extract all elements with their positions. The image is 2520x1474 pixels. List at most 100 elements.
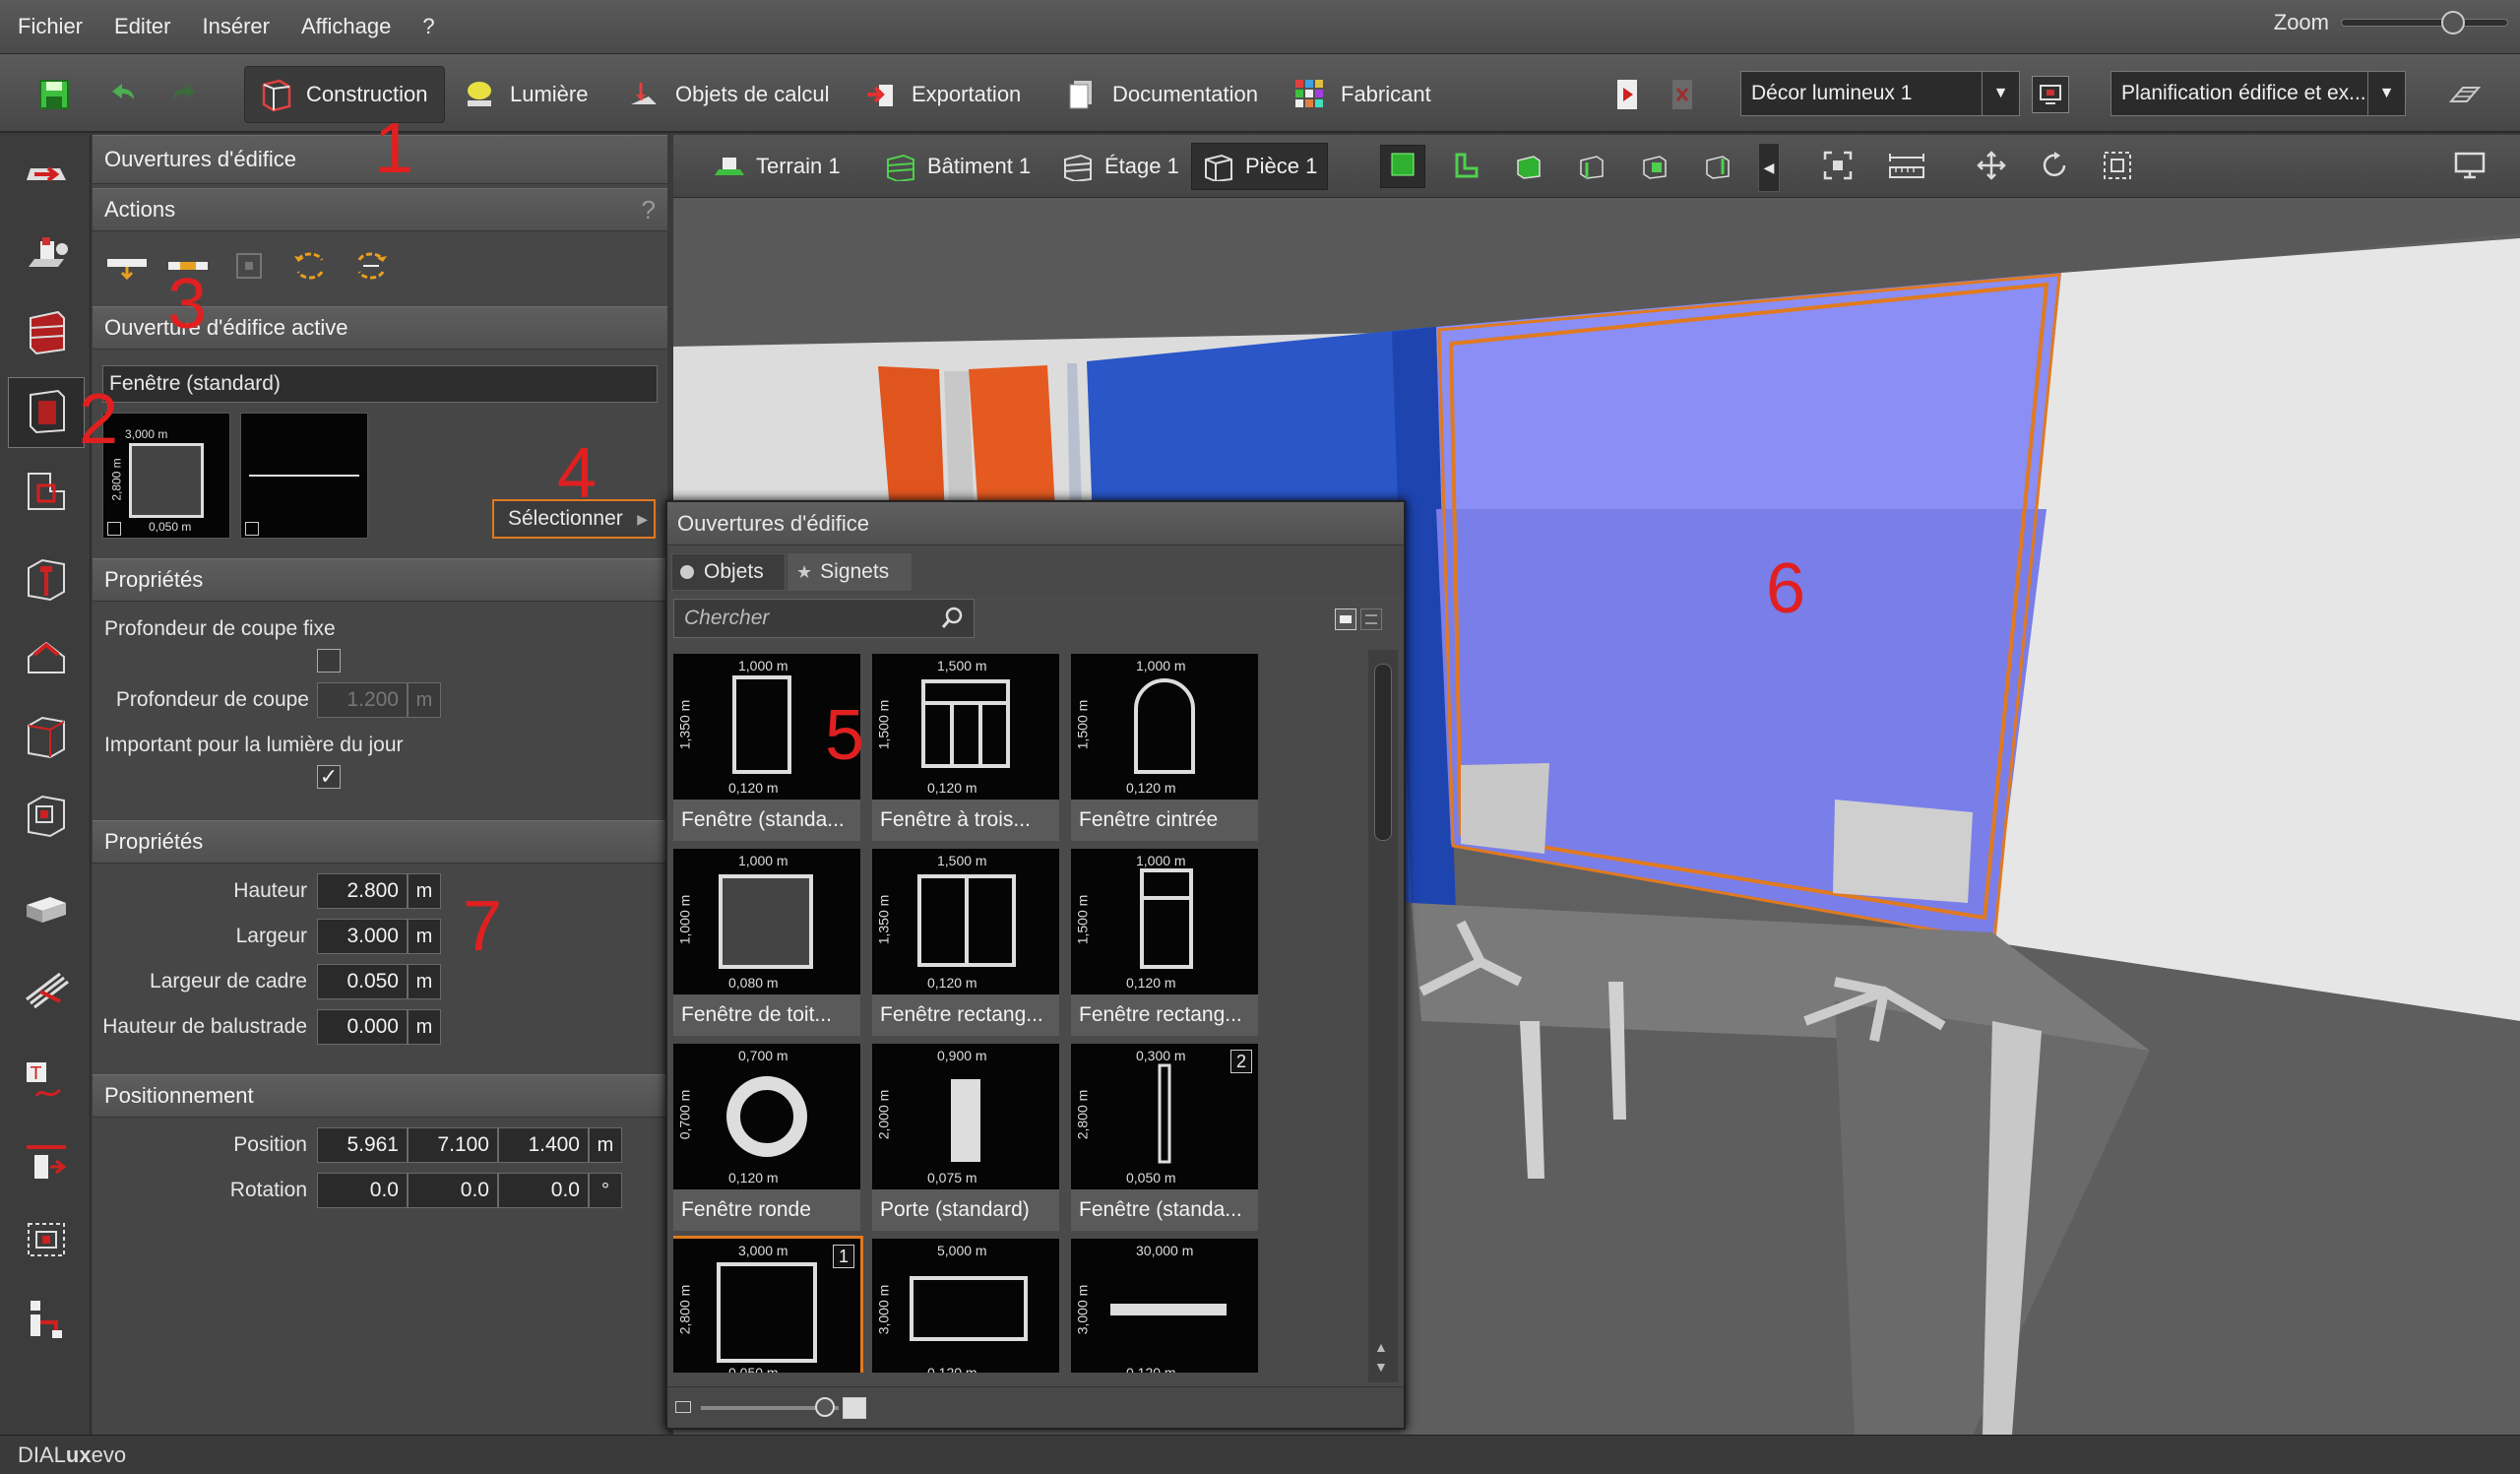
menu-inserer[interactable]: Insérer [203, 14, 270, 39]
tab-room[interactable]: Pièce 1 [1191, 143, 1329, 190]
catalog-item[interactable]: 1,000 m 1,000 m 0,080 m Fenêtre de toit... [673, 849, 860, 1036]
tool-stairs-button[interactable] [8, 954, 85, 1025]
measure-button[interactable] [1884, 149, 1929, 186]
tool-roof-button[interactable] [8, 623, 85, 694]
catalog-item[interactable]: 1,000 m 1,500 m 0,120 m Fenêtre cintrée [1071, 654, 1258, 841]
pan-button[interactable] [1973, 149, 2010, 186]
tool-slab-button[interactable] [8, 875, 85, 946]
thumbnail-size-knob[interactable] [815, 1397, 835, 1417]
view-other-side-button[interactable] [1699, 149, 1736, 186]
mode-calc-objects-button[interactable]: Objets de calcul [626, 66, 830, 123]
mode-construction-button[interactable]: Construction [244, 66, 445, 123]
view-floorplan-button[interactable] [1447, 149, 1484, 186]
catalog-item[interactable]: 3,000 m 2,800 m 0,050 m 1 [673, 1236, 863, 1373]
search-input[interactable]: Chercher [673, 599, 975, 638]
zoom-slider-knob[interactable] [2440, 11, 2465, 34]
tool-move-button[interactable] [8, 1285, 85, 1356]
tool-room-edit-button[interactable] [8, 545, 85, 615]
mode-lumiere-button[interactable]: Lumière [461, 66, 588, 123]
rotation-y-input[interactable]: 0.0 [408, 1173, 498, 1208]
tool-text-button[interactable]: T [8, 1049, 85, 1120]
position-z-input[interactable]: 1.400 [498, 1127, 589, 1163]
scroll-down-icon[interactable]: ▼ [1374, 1359, 1388, 1375]
scrollbar-thumb[interactable] [1374, 664, 1392, 841]
catalog-item[interactable]: 0,900 m 2,000 m 0,075 m Porte (standard) [872, 1044, 1059, 1231]
catalog-item[interactable]: 30,000 m 3,000 m 0,120 m [1071, 1239, 1258, 1373]
mode-calc-objects-label: Objets de calcul [675, 82, 830, 106]
tool-room-box-button[interactable] [8, 702, 85, 773]
position-x-input[interactable]: 5.961 [317, 1127, 408, 1163]
rotate-view-button[interactable] [2036, 149, 2073, 186]
rotation-x-input[interactable]: 0.0 [317, 1173, 408, 1208]
catalog-item[interactable]: 5,000 m 3,000 m 0,120 m [872, 1239, 1059, 1373]
tab-bookmarks[interactable]: ★ Signets [788, 553, 912, 591]
tab-building[interactable]: Bâtiment 1 [874, 143, 1040, 190]
fullscreen-button[interactable] [2451, 149, 2488, 186]
item-height-label: 2,800 m [676, 1284, 693, 1335]
catalog-item[interactable]: 1,500 m 1,350 m 0,120 m Fenêtre rectang... [872, 849, 1059, 1036]
opening-top-preview[interactable] [240, 413, 368, 539]
tool-openings-button[interactable] [8, 377, 85, 448]
cut-depth-input[interactable]: 1.200 [317, 682, 408, 718]
mode-manufacturer-button[interactable]: Fabricant [1292, 66, 1431, 123]
eraser-button[interactable] [2445, 66, 2494, 123]
tool-ceiling-button[interactable] [8, 456, 85, 527]
view-back-button[interactable] [1636, 149, 1673, 186]
menu-affichage[interactable]: Affichage [301, 14, 391, 39]
zoom-extents-button[interactable] [1819, 149, 1857, 186]
tool-building-button[interactable] [8, 298, 85, 369]
view-3d-button[interactable] [1380, 145, 1425, 188]
save-button[interactable] [35, 66, 85, 123]
tab-objects[interactable]: Objets [671, 553, 786, 591]
action-disabled-button[interactable] [220, 239, 278, 296]
opening-front-preview[interactable]: 3,000 m 2,800 m 0,050 m [102, 413, 230, 539]
help-icon[interactable]: ? [642, 195, 656, 225]
catalog-item[interactable]: 0,700 m 0,700 m 0,120 m Fenêtre ronde [673, 1044, 860, 1231]
tab-bookmarks-label: Signets [820, 560, 890, 583]
fixed-cut-depth-checkbox[interactable] [317, 649, 341, 673]
menu-fichier[interactable]: Fichier [18, 14, 83, 39]
daylight-checkbox[interactable]: ✓ [317, 765, 341, 789]
view-more-button[interactable]: ◀ [1758, 143, 1780, 192]
catalog-item[interactable]: 1,000 m 1,500 m 0,120 m Fenêtre rectang... [1071, 849, 1258, 1036]
view-front-button[interactable] [1510, 149, 1547, 186]
tool-furniture-button[interactable] [8, 220, 85, 290]
view-list-button[interactable] [1360, 609, 1382, 630]
action-rotate-left-button[interactable] [282, 239, 339, 296]
action-rotate-right-button[interactable] [343, 239, 400, 296]
tool-import-button[interactable] [8, 141, 85, 212]
scene-select[interactable]: Décor lumineux 1 ▼ [1740, 71, 2020, 116]
brand-part-c: evo [91, 1442, 127, 1467]
sill-height-input[interactable]: 0.000 [317, 1009, 408, 1045]
zoom-slider[interactable] [2341, 11, 2508, 34]
item-height-label: 1,500 m [1074, 894, 1091, 945]
tab-floor[interactable]: Étage 1 [1051, 143, 1189, 190]
position-y-input[interactable]: 7.100 [408, 1127, 498, 1163]
rotation-z-input[interactable]: 0.0 [498, 1173, 589, 1208]
width-input[interactable]: 3.000 [317, 919, 408, 954]
scene-settings-button[interactable] [2032, 66, 2081, 123]
tool-insert-button[interactable] [8, 1127, 85, 1198]
height-input[interactable]: 2.800 [317, 873, 408, 909]
scroll-up-icon[interactable]: ▲ [1374, 1339, 1388, 1355]
cancel-calculation-button[interactable] [1664, 66, 1713, 123]
catalog-item[interactable]: 1,500 m 1,500 m 0,120 m Fenêtre à trois... [872, 654, 1059, 841]
frame-width-input[interactable]: 0.050 [317, 964, 408, 999]
tab-terrain[interactable]: Terrain 1 [703, 143, 850, 190]
calculate-button[interactable] [1608, 66, 1658, 123]
plan-select[interactable]: Planification édifice et ex... ▼ [2110, 71, 2406, 116]
tool-select-area-button[interactable] [8, 1206, 85, 1277]
undo-button[interactable] [102, 66, 152, 123]
action-insert-button[interactable] [98, 239, 156, 296]
menu-editer[interactable]: Editer [114, 14, 170, 39]
redo-button[interactable] [167, 66, 217, 123]
menu-help[interactable]: ? [422, 14, 434, 39]
mode-export-button[interactable]: Exportation [862, 66, 1021, 123]
tool-room-element-button[interactable] [8, 781, 85, 852]
zoom-window-button[interactable] [2099, 149, 2136, 186]
catalog-item[interactable]: 0,300 m 2,800 m 0,050 m 2 Fenêtre (standa... [1071, 1044, 1258, 1231]
view-side-button[interactable] [1573, 149, 1610, 186]
catalog-scrollbar[interactable]: ▲ ▼ [1368, 650, 1398, 1382]
mode-documentation-button[interactable]: Documentation [1063, 66, 1258, 123]
view-grid-button[interactable] [1335, 609, 1356, 630]
